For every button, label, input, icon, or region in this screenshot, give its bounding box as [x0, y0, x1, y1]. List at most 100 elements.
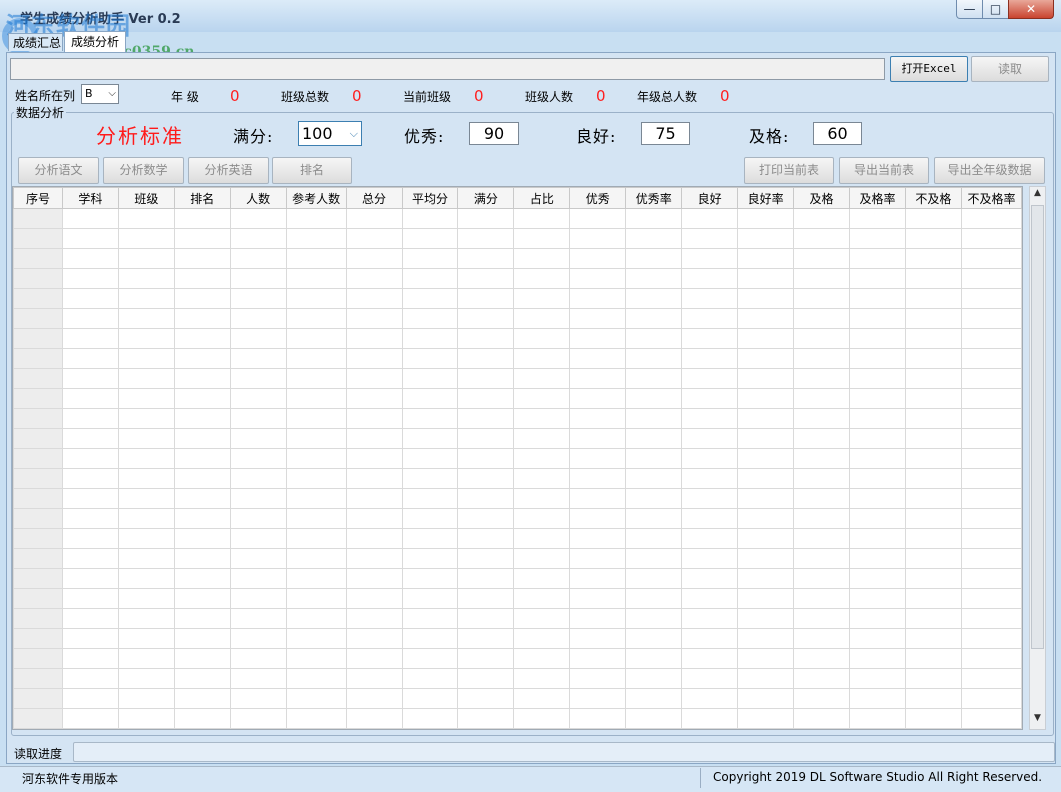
row-header-cell[interactable]	[13, 448, 63, 469]
table-cell[interactable]	[513, 708, 571, 729]
table-cell[interactable]	[229, 448, 287, 469]
table-cell[interactable]	[737, 448, 795, 469]
table-cell[interactable]	[569, 448, 627, 469]
table-cell[interactable]	[457, 448, 515, 469]
table-cell[interactable]	[569, 468, 627, 489]
table-cell[interactable]	[681, 728, 739, 729]
table-cell[interactable]	[625, 248, 683, 269]
table-cell[interactable]	[848, 468, 906, 489]
table-row[interactable]	[13, 568, 1022, 589]
table-cell[interactable]	[173, 368, 231, 389]
table-cell[interactable]	[848, 308, 906, 329]
table-cell[interactable]	[285, 228, 347, 249]
table-cell[interactable]	[513, 508, 571, 529]
table-cell[interactable]	[61, 348, 119, 369]
table-cell[interactable]	[117, 408, 175, 429]
table-cell[interactable]	[345, 408, 403, 429]
table-cell[interactable]	[61, 288, 119, 309]
table-cell[interactable]	[345, 268, 403, 289]
table-cell[interactable]	[229, 228, 287, 249]
table-cell[interactable]	[681, 448, 739, 469]
table-cell[interactable]	[173, 328, 231, 349]
table-cell[interactable]	[117, 268, 175, 289]
table-cell[interactable]	[904, 708, 962, 729]
table-cell[interactable]	[513, 228, 571, 249]
table-cell[interactable]	[173, 728, 231, 729]
table-cell[interactable]	[681, 648, 739, 669]
table-cell[interactable]	[457, 528, 515, 549]
table-cell[interactable]	[848, 588, 906, 609]
column-header[interactable]: 优秀	[569, 187, 627, 209]
table-cell[interactable]	[848, 348, 906, 369]
table-cell[interactable]	[401, 328, 459, 349]
table-cell[interactable]	[117, 548, 175, 569]
row-header-cell[interactable]	[13, 668, 63, 689]
table-cell[interactable]	[737, 708, 795, 729]
analyze-english-button[interactable]: 分析英语	[188, 157, 269, 184]
table-cell[interactable]	[904, 608, 962, 629]
table-cell[interactable]	[457, 268, 515, 289]
table-cell[interactable]	[285, 628, 347, 649]
export-current-button[interactable]: 导出当前表	[839, 157, 929, 184]
table-cell[interactable]	[625, 368, 683, 389]
table-cell[interactable]	[848, 528, 906, 549]
table-cell[interactable]	[569, 588, 627, 609]
table-cell[interactable]	[737, 228, 795, 249]
table-cell[interactable]	[229, 268, 287, 289]
table-cell[interactable]	[737, 328, 795, 349]
table-cell[interactable]	[960, 248, 1022, 269]
table-cell[interactable]	[625, 228, 683, 249]
table-cell[interactable]	[457, 368, 515, 389]
table-cell[interactable]	[401, 628, 459, 649]
table-cell[interactable]	[173, 608, 231, 629]
table-cell[interactable]	[285, 668, 347, 689]
table-cell[interactable]	[285, 548, 347, 569]
table-row[interactable]	[13, 688, 1022, 709]
table-cell[interactable]	[960, 588, 1022, 609]
table-cell[interactable]	[904, 308, 962, 329]
table-cell[interactable]	[229, 408, 287, 429]
table-cell[interactable]	[345, 508, 403, 529]
table-cell[interactable]	[457, 668, 515, 689]
table-cell[interactable]	[285, 588, 347, 609]
table-cell[interactable]	[904, 688, 962, 709]
table-cell[interactable]	[960, 228, 1022, 249]
table-cell[interactable]	[569, 428, 627, 449]
table-row[interactable]	[13, 208, 1022, 229]
print-table-button[interactable]: 打印当前表	[744, 157, 834, 184]
table-cell[interactable]	[737, 208, 795, 229]
table-cell[interactable]	[960, 508, 1022, 529]
table-cell[interactable]	[401, 408, 459, 429]
table-cell[interactable]	[61, 688, 119, 709]
table-cell[interactable]	[960, 688, 1022, 709]
table-cell[interactable]	[960, 388, 1022, 409]
table-cell[interactable]	[117, 708, 175, 729]
table-cell[interactable]	[457, 488, 515, 509]
table-cell[interactable]	[513, 608, 571, 629]
table-cell[interactable]	[681, 688, 739, 709]
table-cell[interactable]	[61, 708, 119, 729]
table-cell[interactable]	[681, 388, 739, 409]
table-cell[interactable]	[569, 568, 627, 589]
table-cell[interactable]	[457, 688, 515, 709]
row-header-cell[interactable]	[13, 248, 63, 269]
table-cell[interactable]	[904, 428, 962, 449]
table-cell[interactable]	[513, 688, 571, 709]
table-cell[interactable]	[681, 348, 739, 369]
table-cell[interactable]	[904, 268, 962, 289]
table-cell[interactable]	[793, 628, 850, 649]
table-cell[interactable]	[737, 308, 795, 329]
row-header-cell[interactable]	[13, 528, 63, 549]
table-cell[interactable]	[904, 488, 962, 509]
table-cell[interactable]	[960, 468, 1022, 489]
table-cell[interactable]	[848, 228, 906, 249]
table-cell[interactable]	[173, 208, 231, 229]
table-cell[interactable]	[960, 488, 1022, 509]
table-row[interactable]	[13, 548, 1022, 569]
table-cell[interactable]	[345, 688, 403, 709]
table-cell[interactable]	[117, 428, 175, 449]
table-cell[interactable]	[793, 588, 850, 609]
table-cell[interactable]	[513, 448, 571, 469]
tab-summary[interactable]: 成绩汇总	[8, 33, 63, 51]
table-cell[interactable]	[229, 248, 287, 269]
